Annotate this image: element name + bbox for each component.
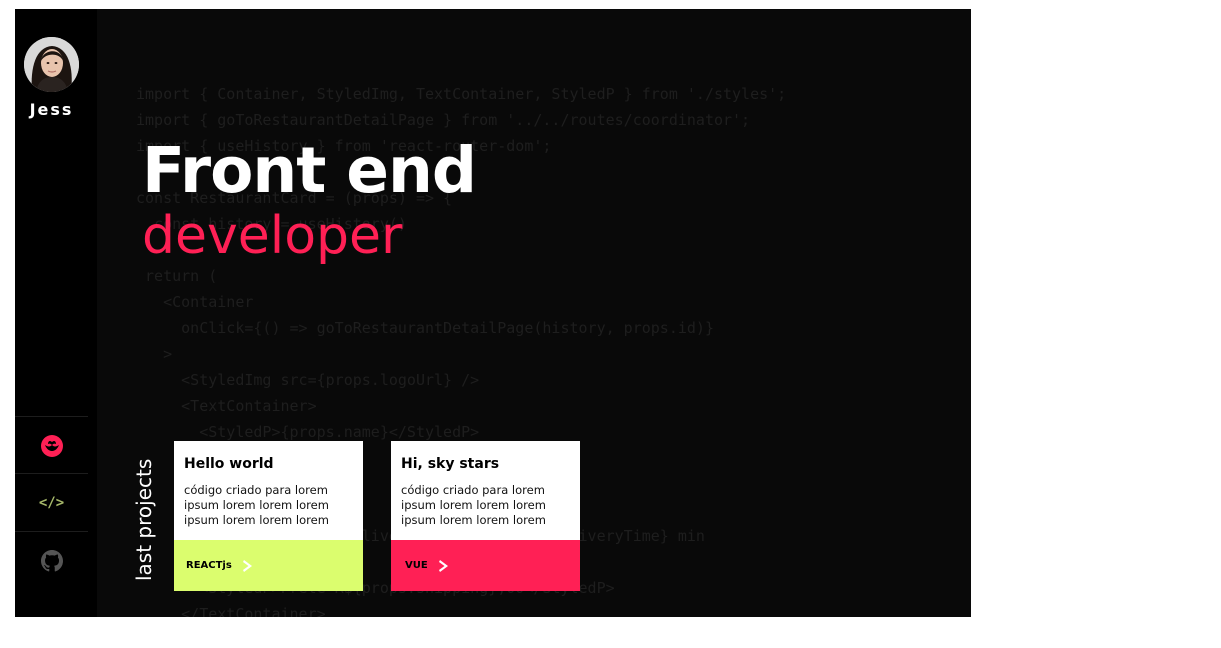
portfolio-frame: import { Container, StyledImg, TextConta…: [15, 9, 971, 617]
project-title: Hi, sky stars: [401, 456, 500, 472]
project-footer[interactable]: VUE: [391, 540, 580, 591]
avatar[interactable]: [24, 37, 79, 92]
hero-subtitle: developer: [142, 206, 403, 266]
project-tech-tag: VUE: [405, 560, 428, 571]
nav-logo-button[interactable]: [15, 416, 88, 474]
code-line: <StyledImg src={props.logoUrl} />: [136, 371, 480, 389]
code-line: import { Container, StyledImg, TextConta…: [136, 85, 787, 103]
section-label: last projects: [132, 458, 156, 581]
code-line: </TextContainer>: [136, 605, 326, 617]
code-line: onClick={() => goToRestaurantDetailPage(…: [136, 319, 714, 337]
project-card[interactable]: Hi, sky stars código criado para lorem i…: [391, 441, 580, 591]
chevron-right-icon: [242, 559, 254, 573]
blossom-logo-icon: [40, 434, 63, 457]
hero-title: Front end: [142, 134, 477, 207]
project-title: Hello world: [184, 456, 274, 472]
project-description: código criado para lorem ipsum lorem lor…: [184, 483, 329, 527]
project-footer[interactable]: REACTjs: [174, 540, 363, 591]
nav-github-button[interactable]: [15, 531, 88, 589]
project-description: código criado para lorem ipsum lorem lor…: [401, 483, 546, 527]
person-portrait-icon: [24, 37, 79, 92]
code-line: >: [136, 345, 173, 363]
sidebar: Jess </>: [15, 9, 97, 617]
project-card[interactable]: Hello world código criado para lorem ips…: [174, 441, 363, 591]
code-line: <Container: [136, 293, 254, 311]
user-name: Jess: [29, 100, 74, 119]
code-brackets-icon: </>: [38, 494, 65, 511]
nav-code-button[interactable]: </>: [15, 473, 88, 531]
github-icon: [40, 549, 63, 571]
project-tech-tag: REACTjs: [186, 560, 232, 571]
code-line: import { goToRestaurantDetailPage } from…: [136, 111, 751, 129]
chevron-right-icon: [438, 559, 450, 573]
code-line: <TextContainer>: [136, 397, 317, 415]
